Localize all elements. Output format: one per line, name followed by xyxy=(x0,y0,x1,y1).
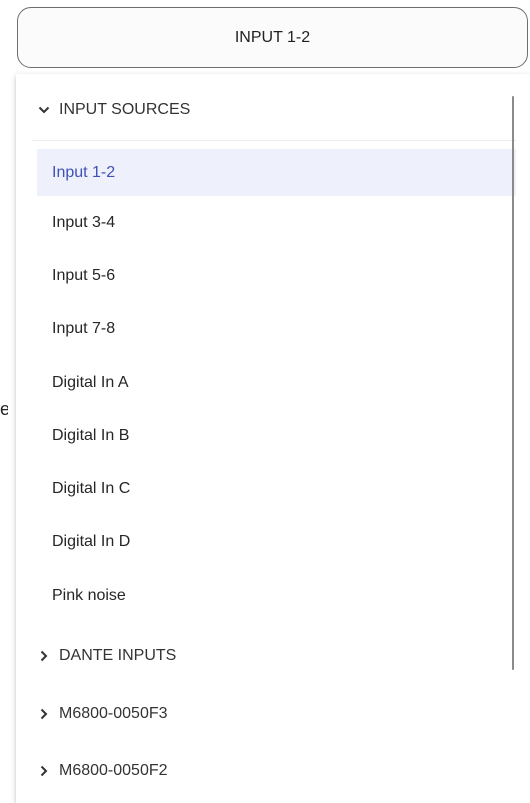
list-item-label: Input 1-2 xyxy=(52,163,116,181)
chevron-right-icon xyxy=(38,708,50,720)
list-item-pink-noise[interactable]: Pink noise xyxy=(37,569,516,622)
list-item-label: Input 7-8 xyxy=(52,320,116,338)
list-item-digital-in-d[interactable]: Digital In D xyxy=(37,516,516,569)
chevron-down-icon xyxy=(38,104,50,116)
group-label: DANTE INPUTS xyxy=(59,647,177,664)
group-label: M6800-0050F2 xyxy=(59,762,168,779)
scrollbar[interactable] xyxy=(512,96,514,670)
select-value: INPUT 1-2 xyxy=(234,28,311,46)
group-label: INPUT SOURCES xyxy=(59,101,191,118)
list-item-input-5-6[interactable]: Input 5-6 xyxy=(37,249,516,302)
chevron-right-icon xyxy=(38,765,50,777)
list-item-label: Input 5-6 xyxy=(52,266,116,284)
list-item-digital-in-c[interactable]: Digital In C xyxy=(37,462,516,515)
list-item-input-7-8[interactable]: Input 7-8 xyxy=(37,303,516,356)
group-header-dante-inputs[interactable]: DANTE INPUTS xyxy=(38,636,508,676)
input-source-dropdown: INPUT SOURCES Input 1-2 Input 3-4 Input … xyxy=(16,74,530,803)
input-source-select[interactable]: INPUT 1-2 xyxy=(17,7,528,68)
chevron-right-icon xyxy=(38,650,50,662)
clipped-text: e xyxy=(0,399,8,419)
list-item-label: Digital In C xyxy=(52,480,131,498)
list-item-label: Input 3-4 xyxy=(52,213,116,231)
list-item-digital-in-a[interactable]: Digital In A xyxy=(37,356,516,409)
list-item-input-1-2[interactable]: Input 1-2 xyxy=(37,149,516,196)
list-item-label: Digital In B xyxy=(52,426,130,444)
list-item-label: Pink noise xyxy=(52,586,126,604)
group-header-input-sources[interactable]: INPUT SOURCES xyxy=(38,90,508,130)
list-item-digital-in-b[interactable]: Digital In B xyxy=(37,409,516,462)
list-item-label: Digital In A xyxy=(52,373,129,391)
group-label: M6800-0050F3 xyxy=(59,705,168,722)
list-item-label: Digital In D xyxy=(52,533,131,551)
divider xyxy=(32,140,516,141)
list-item-input-3-4[interactable]: Input 3-4 xyxy=(37,196,516,249)
group-header-m6800-0050f3[interactable]: M6800-0050F3 xyxy=(38,694,508,734)
group-header-m6800-0050f2[interactable]: M6800-0050F2 xyxy=(38,751,508,791)
input-list: Input 1-2 Input 3-4 Input 5-6 Input 7-8 … xyxy=(37,149,516,622)
